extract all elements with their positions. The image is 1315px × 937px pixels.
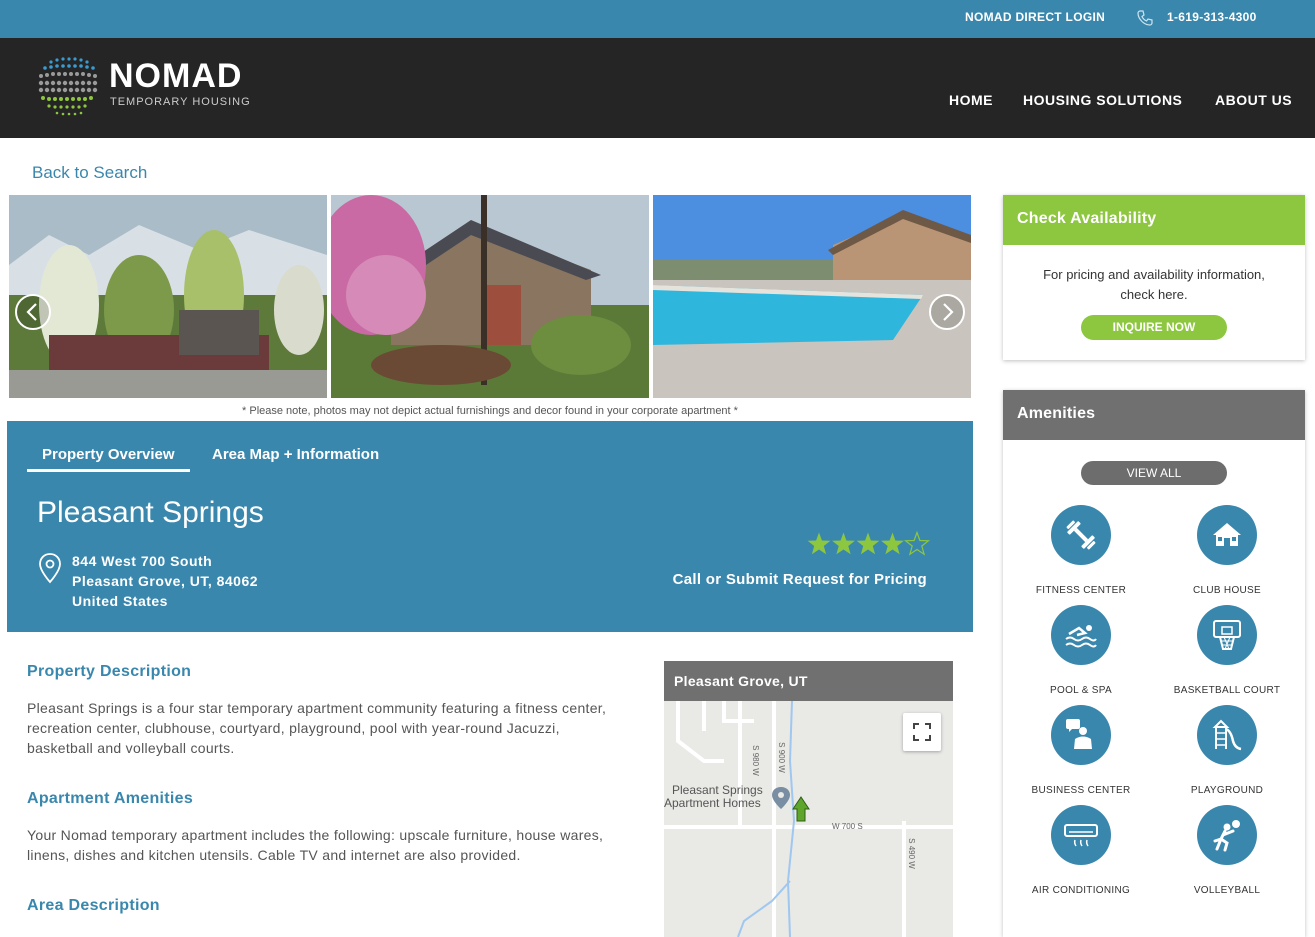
amenity-label: VOLLEYBALL (1193, 885, 1261, 896)
clubhouse-icon (1213, 523, 1241, 546)
amenity-label: POOL & SPA (1050, 685, 1112, 696)
availability-header: Check Availability (1003, 195, 1305, 245)
amenity-pool-spa[interactable]: POOL & SPA (1008, 605, 1154, 696)
amenity-label: FITNESS CENTER (1035, 585, 1127, 596)
area-map[interactable]: Pleasant Grove, UT Pleasant Springs Apar… (664, 661, 953, 937)
address-line-2: Pleasant Grove, UT, 84062 (72, 573, 259, 589)
swimmer-icon (1065, 625, 1097, 648)
brand-tagline: TEMPORARY HOUSING (110, 96, 251, 108)
star-filled-icon (832, 532, 855, 555)
phone-icon (1137, 10, 1153, 26)
amenity-label: PLAYGROUND (1190, 785, 1264, 796)
direct-login-link[interactable]: NOMAD DIRECT LOGIN (965, 10, 1105, 24)
availability-line-2: check here. (1120, 287, 1188, 302)
star-filled-icon (856, 532, 880, 555)
phone-number[interactable]: 1-619-313-4300 (1167, 10, 1257, 24)
availability-line-1: For pricing and availability information… (1043, 267, 1265, 282)
amenity-basketball-court[interactable]: BASKETBALL COURT (1154, 605, 1300, 696)
photo-pool[interactable] (653, 195, 971, 398)
amenity-label: AIR CONDITIONING (1031, 885, 1131, 896)
nav-housing-solutions[interactable]: HOUSING SOLUTIONS (1023, 92, 1182, 108)
photo-entrance-sign[interactable] (9, 195, 327, 398)
apartment-amenities-heading: Apartment Amenities (27, 790, 194, 807)
nav-about-us[interactable]: ABOUT US (1215, 92, 1292, 108)
air-conditioner-icon (1064, 824, 1098, 847)
star-filled-icon (807, 532, 831, 555)
map-fullscreen-button[interactable] (903, 713, 941, 751)
property-name: Pleasant Springs (37, 496, 264, 529)
amenity-label: BUSINESS CENTER (1031, 785, 1131, 796)
road-label-s490w: S 490 W (906, 838, 916, 869)
address-line-3: United States (72, 593, 168, 609)
photo-disclaimer: * Please note, photos may not depict act… (242, 405, 738, 417)
amenities-heading: Amenities (1017, 405, 1096, 422)
star-rating (807, 531, 931, 556)
business-person-icon (1066, 719, 1092, 749)
road-label-s980w: S 980 W (750, 745, 760, 776)
tab-property-overview[interactable]: Property Overview (27, 446, 190, 472)
amenity-fitness-center[interactable]: FITNESS CENTER (1008, 505, 1154, 596)
photo-carousel (9, 195, 971, 398)
road-label-w700s: W 700 S (832, 822, 863, 831)
carousel-prev-button[interactable] (14, 293, 52, 331)
location-pin-icon (39, 553, 61, 584)
amenity-air-conditioning[interactable]: AIR CONDITIONING (1008, 805, 1154, 896)
top-utility-bar: NOMAD DIRECT LOGIN 1-619-313-4300 (0, 0, 1315, 38)
map-header: Pleasant Grove, UT (664, 661, 953, 701)
tab-area-map[interactable]: Area Map + Information (212, 446, 379, 469)
apartment-amenities-text: Your Nomad temporary apartment includes … (27, 827, 604, 863)
check-availability-card: Check Availability For pricing and avail… (1003, 195, 1305, 360)
nomad-logo-icon[interactable] (37, 54, 101, 118)
view-all-button[interactable]: VIEW ALL (1081, 461, 1227, 485)
map-pin-label-2: Apartment Homes (664, 796, 761, 810)
volleyball-player-icon (1213, 820, 1240, 852)
address-line-1: 844 West 700 South (72, 553, 213, 569)
map-title: Pleasant Grove, UT (674, 673, 808, 689)
playground-slide-icon (1212, 719, 1242, 751)
amenity-label: BASKETBALL COURT (1173, 685, 1281, 696)
photo-building-exterior[interactable] (331, 195, 649, 398)
amenity-playground[interactable]: PLAYGROUND (1154, 705, 1300, 796)
carousel-next-button[interactable] (928, 293, 966, 331)
amenity-business-center[interactable]: BUSINESS CENTER (1008, 705, 1154, 796)
amenities-card: Amenities VIEW ALL FITNESS CENTER CLUB H… (1003, 390, 1305, 937)
amenity-club-house[interactable]: CLUB HOUSE (1154, 505, 1300, 596)
area-description-heading: Area Description (27, 897, 160, 914)
nav-home[interactable]: HOME (949, 92, 993, 108)
availability-text: For pricing and availability information… (1003, 265, 1305, 305)
basketball-hoop-icon (1213, 620, 1241, 650)
property-header-panel: Property Overview Area Map + Information… (7, 421, 973, 632)
property-description-text: Pleasant Springs is a four star temporar… (27, 700, 607, 756)
star-filled-icon (881, 532, 904, 555)
pricing-note: Call or Submit Request for Pricing (672, 571, 927, 588)
availability-heading: Check Availability (1017, 210, 1157, 227)
property-description-heading: Property Description (27, 663, 192, 680)
brand-name[interactable]: NOMAD (109, 58, 242, 94)
star-empty-icon (903, 531, 931, 556)
amenities-header: Amenities (1003, 390, 1305, 440)
amenity-label: CLUB HOUSE (1192, 585, 1261, 596)
inquire-now-button[interactable]: INQUIRE NOW (1081, 315, 1227, 340)
amenity-volleyball[interactable]: VOLLEYBALL (1154, 805, 1300, 896)
road-label-s900w: S 900 W (776, 742, 786, 773)
dumbbell-icon (1066, 520, 1096, 550)
back-to-search-link[interactable]: Back to Search (32, 163, 147, 183)
